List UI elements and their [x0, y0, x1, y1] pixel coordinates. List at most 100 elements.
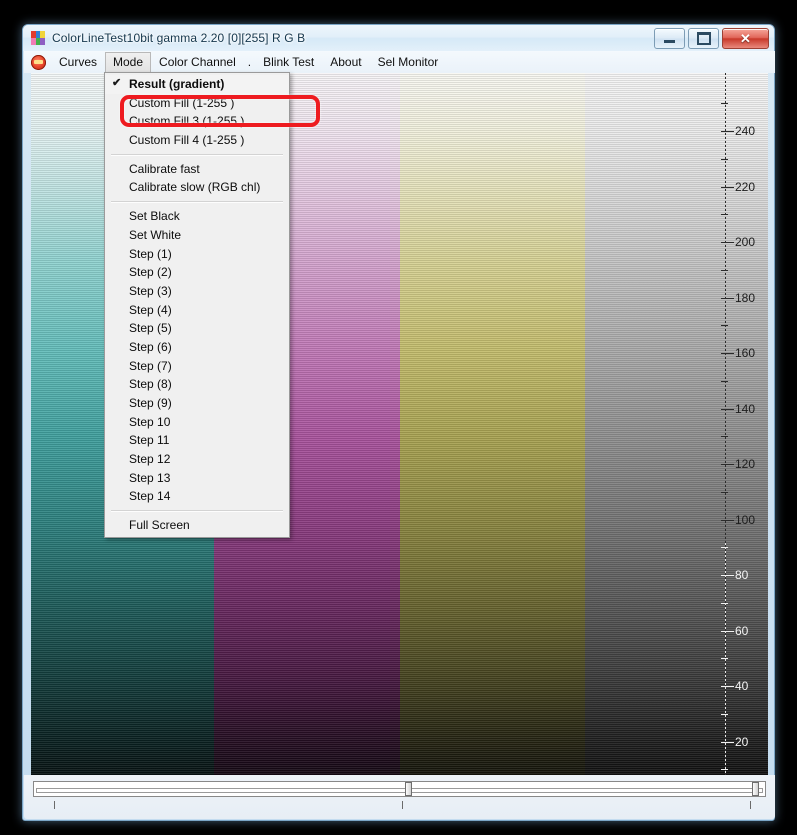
ruler-minor-tick [721, 214, 728, 216]
popup-menu-item[interactable]: Step (3) [105, 282, 289, 301]
menu-item-mode[interactable]: Mode [105, 51, 152, 73]
slider-track [36, 788, 763, 793]
ruler-label: 60 [735, 623, 749, 638]
title-bar[interactable]: ColorLineTest10bit gamma 2.20 [0][255] R… [23, 25, 774, 51]
popup-menu-item-label: Step 11 [129, 433, 170, 448]
ruler-major-tick [721, 519, 734, 521]
slider-thumb-left[interactable] [405, 782, 412, 796]
ruler-major-tick [721, 686, 734, 687]
popup-menu-item-label: Calibrate slow (RGB chl) [129, 180, 261, 195]
ruler-major-tick [721, 630, 734, 632]
minimize-button[interactable] [654, 28, 685, 49]
popup-menu-item-label: Step (3) [129, 283, 172, 298]
popup-menu-item[interactable]: Step (1) [105, 245, 289, 264]
popup-menu-item[interactable]: Step (8) [105, 375, 289, 394]
menu-item-dot[interactable]: . [244, 52, 255, 73]
window-title: ColorLineTest10bit gamma 2.20 [0][255] R… [52, 31, 306, 45]
popup-menu-item[interactable]: Step (9) [105, 394, 289, 413]
ruler-minor-tick [721, 325, 728, 327]
ruler-major-tick [721, 464, 734, 465]
ruler-minor-tick [721, 658, 728, 660]
gradient-range-slider[interactable] [33, 781, 766, 797]
popup-menu-item[interactable]: Step 12 [105, 450, 289, 469]
popup-menu-item-label: Custom Fill 3 (1-255 ) [129, 114, 245, 129]
ruler-label: 40 [735, 679, 749, 693]
ruler-major-tick [721, 575, 734, 576]
ruler-major-tick [721, 242, 734, 243]
color-grid-icon [31, 31, 45, 45]
ruler-major-tick [721, 131, 734, 132]
ruler-label: 160 [735, 346, 756, 360]
ruler-minor-tick [721, 769, 728, 771]
slider-tick-start [54, 801, 55, 809]
ruler-major-tick [721, 353, 734, 354]
ruler-major-tick [721, 741, 734, 743]
yellow-band [400, 73, 585, 802]
application-window: ColorLineTest10bit gamma 2.20 [0][255] R… [22, 24, 775, 821]
ruler-label: 140 [735, 401, 756, 416]
popup-menu-item[interactable]: Custom Fill 4 (1-255 ) [105, 131, 289, 150]
popup-menu-item[interactable]: Step (2) [105, 263, 289, 282]
popup-menu-item[interactable]: Step (7) [105, 357, 289, 376]
menu-item-blink-test[interactable]: Blink Test [255, 52, 322, 73]
popup-menu-item-label: Step (6) [129, 339, 172, 354]
ruler-major-tick [721, 408, 734, 410]
popup-menu-item[interactable]: Step (4) [105, 301, 289, 320]
ruler-minor-tick [721, 158, 728, 160]
popup-menu-item-label: Step 12 [129, 452, 171, 467]
popup-menu-item[interactable]: Calibrate slow (RGB chl) [105, 178, 289, 197]
ruler-minor-tick [721, 103, 728, 105]
ruler-label: 100 [735, 512, 756, 527]
ruler-minor-tick [721, 547, 728, 549]
menu-item-curves[interactable]: Curves [51, 52, 105, 73]
minimize-icon [664, 40, 675, 43]
popup-menu-item[interactable]: Step 14 [105, 487, 289, 506]
popup-menu-item-label: Step (4) [129, 302, 172, 317]
popup-menu-item-label: Step (8) [129, 377, 172, 392]
popup-menu-item-label: Custom Fill (1-255 ) [129, 95, 235, 110]
popup-menu-item[interactable]: Step 13 [105, 469, 289, 488]
ruler-label: 220 [735, 179, 756, 194]
slider-tick-end [750, 801, 751, 809]
bottom-status-bar [24, 775, 775, 819]
menu-item-color-channel[interactable]: Color Channel [151, 52, 244, 73]
popup-menu-item[interactable]: Full Screen [105, 516, 289, 535]
slider-thumb-right[interactable] [752, 782, 759, 796]
menu-bar: Curves Mode Color Channel . Blink Test A… [24, 51, 775, 73]
close-button[interactable]: ✕ [722, 28, 769, 49]
menu-item-sel-monitor[interactable]: Sel Monitor [370, 52, 447, 73]
popup-menu-item[interactable]: Custom Fill (1-255 ) [105, 94, 289, 113]
popup-menu-item[interactable]: Calibrate fast [105, 160, 289, 179]
ruler-minor-tick [721, 491, 728, 493]
popup-menu-item-label: Step 10 [129, 414, 171, 429]
popup-menu-item-label: Step (5) [129, 321, 172, 336]
popup-menu-item-label: Step 13 [129, 470, 171, 485]
popup-menu-item[interactable]: ✔ Result (gradient) [105, 75, 289, 94]
popup-menu-item[interactable]: Step 11 [105, 431, 289, 450]
ruler-minor-tick [721, 436, 728, 438]
menu-separator [111, 510, 283, 513]
ruler-label: 20 [735, 734, 749, 749]
popup-menu-item[interactable]: Step 10 [105, 413, 289, 432]
popup-menu-item[interactable]: Step (5) [105, 319, 289, 338]
maximize-button[interactable] [688, 28, 719, 49]
mode-popup-menu: ✔ Result (gradient) Custom Fill (1-255 ) Cu… [104, 72, 290, 538]
ruler-minor-tick [721, 602, 728, 604]
checkmark-icon: ✔ [112, 77, 122, 89]
popup-menu-item-label: Step (9) [129, 396, 172, 410]
popup-menu-body: ✔ Result (gradient) Custom Fill (1-255 ) Cu… [105, 75, 289, 535]
ruler-major-tick [721, 297, 734, 299]
ruler-label: 80 [735, 568, 749, 582]
popup-menu-item[interactable]: Set Black [105, 207, 289, 226]
popup-menu-item[interactable]: Step (6) [105, 338, 289, 357]
maximize-icon [696, 32, 711, 45]
popup-menu-item[interactable]: Set White [105, 226, 289, 245]
ruler-label: 200 [735, 235, 756, 249]
menu-item-about[interactable]: About [322, 52, 369, 73]
popup-menu-item[interactable]: Custom Fill 3 (1-255 ) [105, 112, 289, 131]
value-ruler: 240 220 200 180 160 140 120 100 80 60 40 20 [721, 73, 768, 802]
menu-separator [111, 201, 283, 204]
ruler-label: 120 [735, 457, 756, 471]
popup-menu-item-label: Set White [129, 227, 182, 242]
popup-menu-item-label: Step (2) [129, 265, 172, 280]
